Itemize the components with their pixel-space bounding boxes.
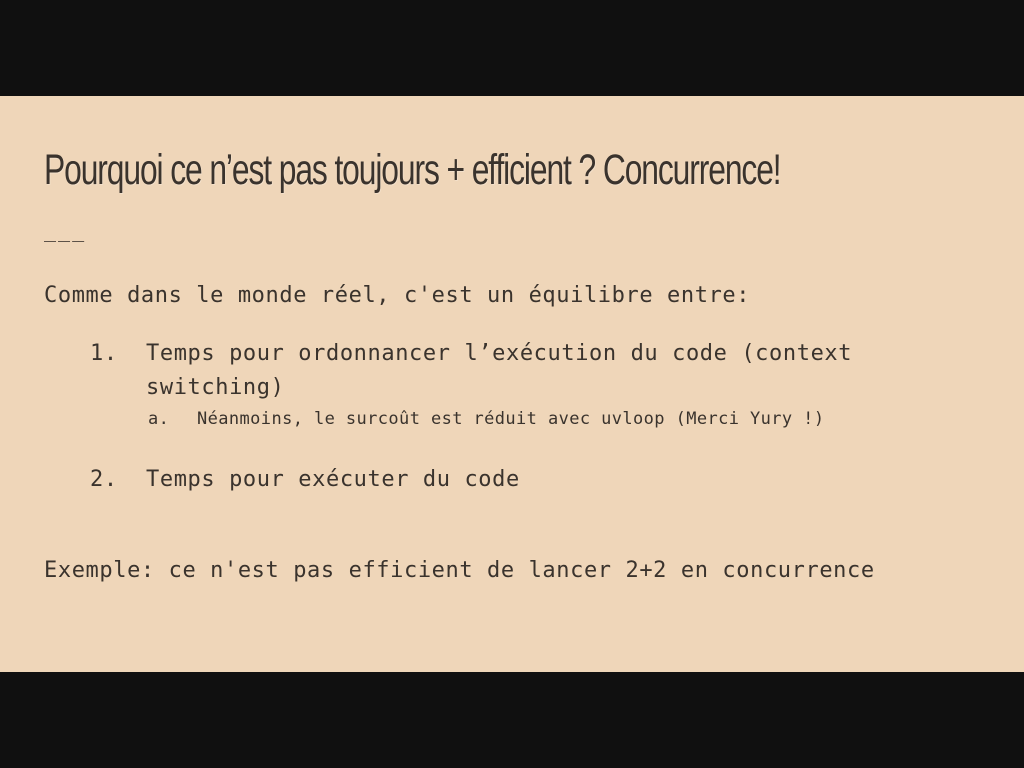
- list-text-2: Temps pour exécuter du code: [146, 467, 520, 492]
- example-text: Exemple: ce n'est pas efficient de lance…: [44, 558, 875, 583]
- slide-title: Pourquoi ce n’est pas toujours + efficie…: [44, 146, 782, 194]
- title-separator: ___: [44, 218, 87, 242]
- list-text-1-line2: switching): [146, 375, 285, 400]
- sub-list-letter-a: a.: [148, 409, 170, 429]
- list-number-1: 1.: [90, 341, 118, 366]
- letterbox-top: [0, 0, 1024, 96]
- intro-text: Comme dans le monde réel, c'est un équil…: [44, 283, 751, 308]
- list-text-1-line1: Temps pour ordonnancer l’exécution du co…: [146, 341, 853, 366]
- list-number-2: 2.: [90, 467, 118, 492]
- presentation-slide: Pourquoi ce n’est pas toujours + efficie…: [0, 96, 1024, 672]
- sub-list-text-a: Néanmoins, le surcoût est réduit avec uv…: [197, 409, 825, 429]
- letterbox-bottom: [0, 672, 1024, 768]
